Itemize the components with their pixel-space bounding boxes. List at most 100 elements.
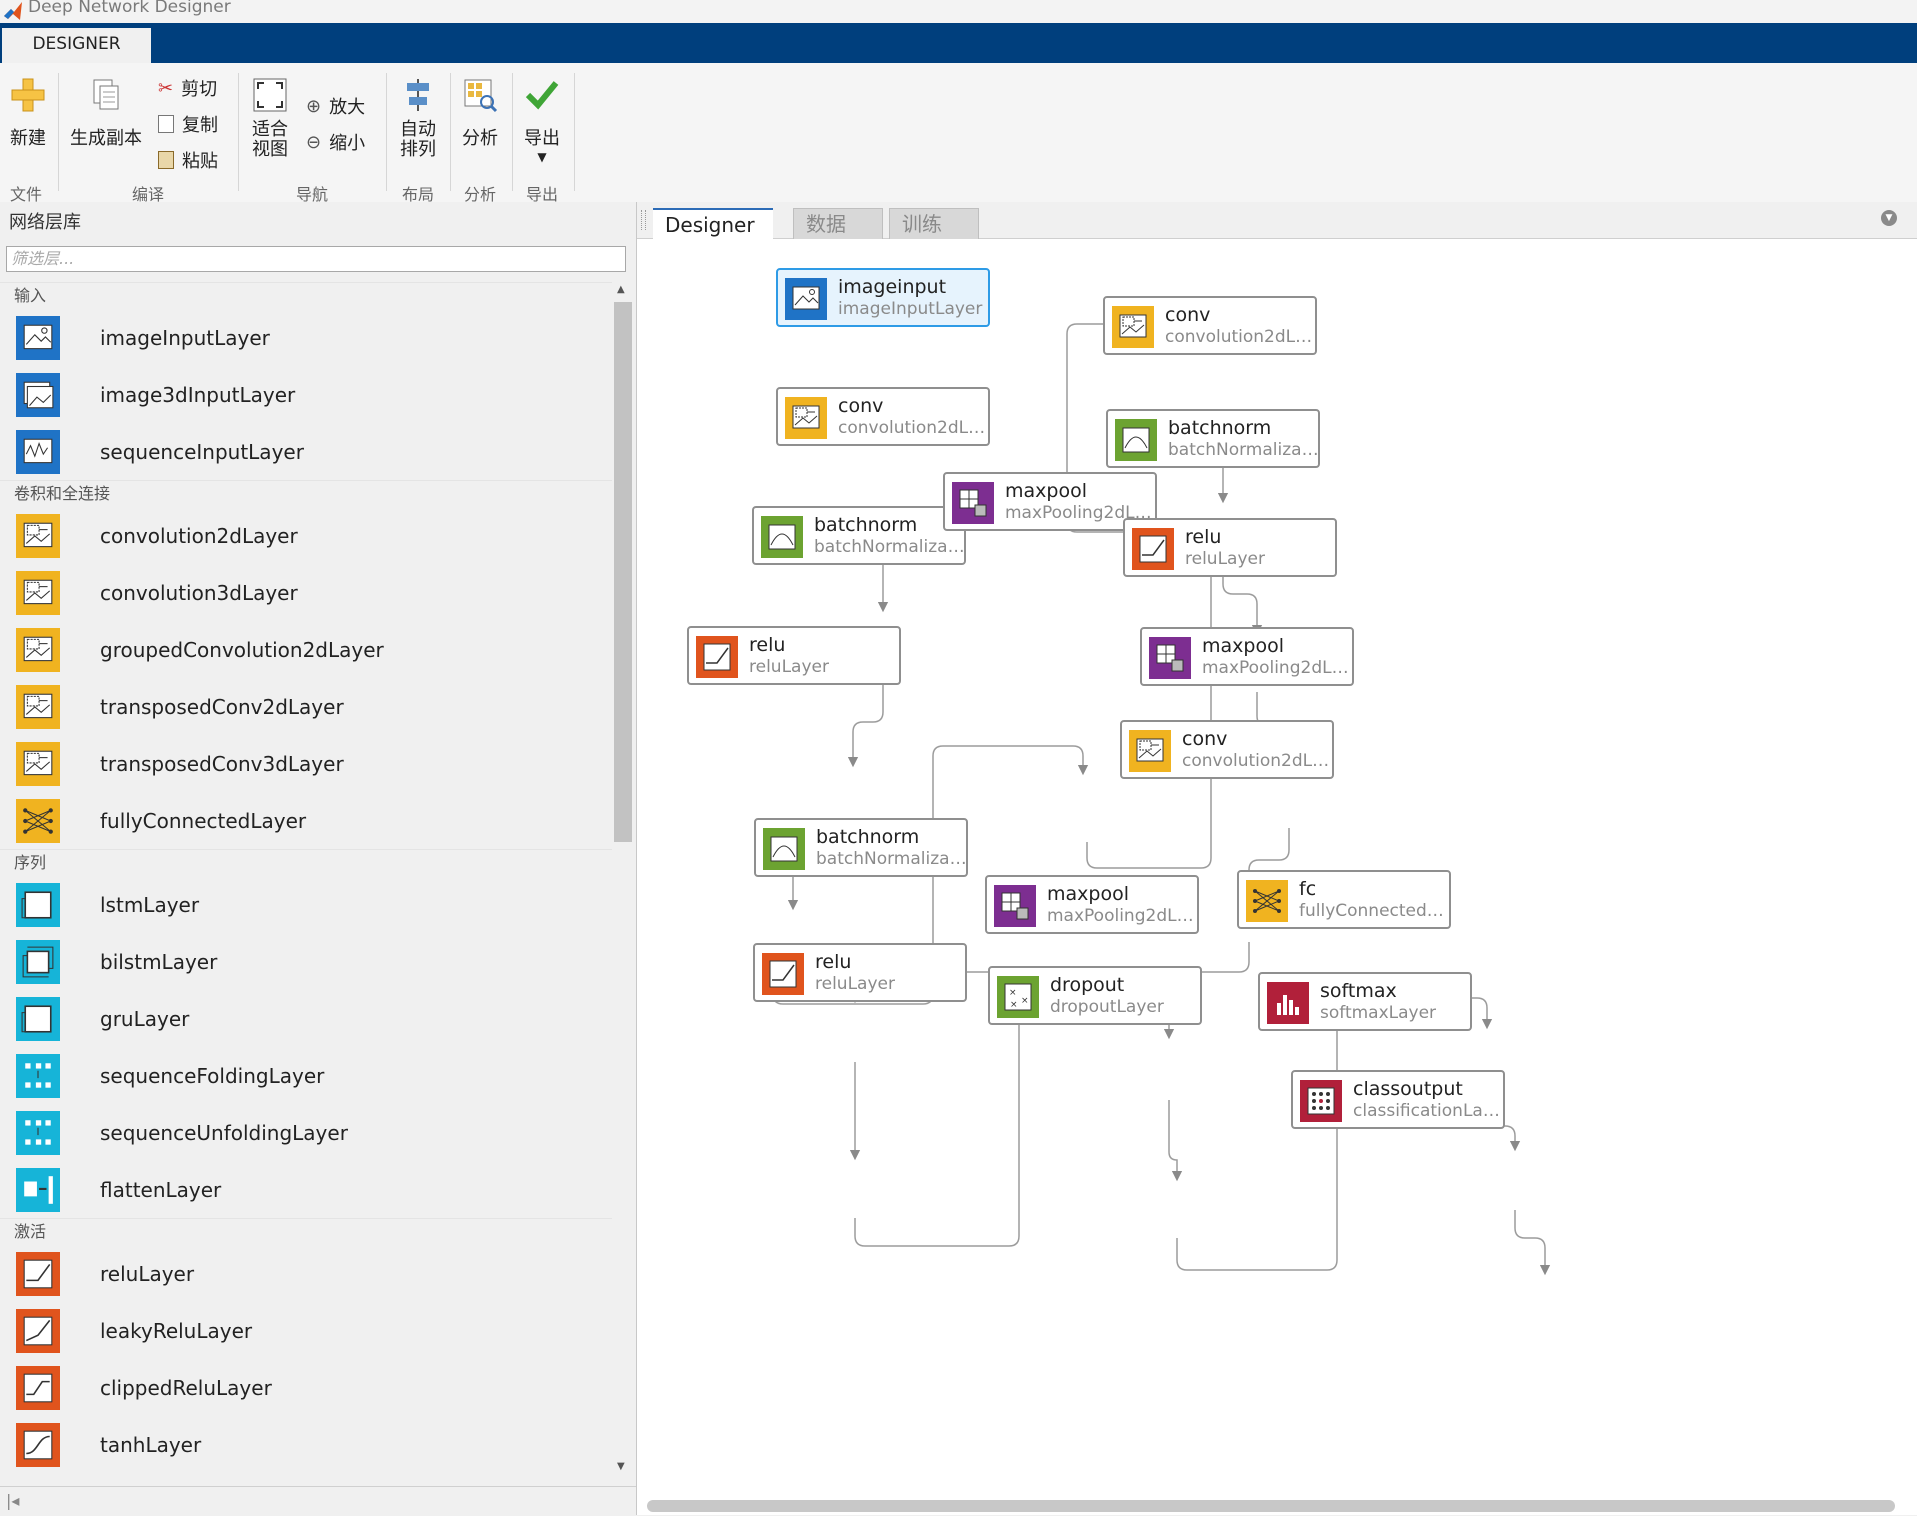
- scroll-up-icon[interactable]: ▲: [617, 284, 625, 295]
- library-item-imageInputLayer[interactable]: imageInputLayer: [0, 309, 612, 366]
- graph-node-relu[interactable]: relu reluLayer: [1123, 518, 1337, 577]
- library-scroll-thumb[interactable]: [614, 302, 632, 842]
- pool-layer-icon: [1149, 637, 1191, 679]
- library-item-convolution3dLayer[interactable]: convolution3dLayer: [0, 564, 612, 621]
- node-name: conv: [1182, 728, 1228, 750]
- library-item-reluLayer[interactable]: reluLayer: [0, 1245, 612, 1302]
- zoom-in-button[interactable]: ⊕ 放大: [306, 93, 365, 119]
- library-scrollbar[interactable]: ▲ ▼: [612, 282, 634, 1474]
- node-type: batchNormaliza…: [816, 849, 967, 869]
- library-item-transposedConv3dLayer[interactable]: transposedConv3dLayer: [0, 735, 612, 792]
- dropout-layer-icon: × × ×: [997, 976, 1039, 1018]
- sequenceFoldingLayer-icon: [16, 1053, 60, 1098]
- svg-text:×: ×: [1010, 1000, 1018, 1010]
- library-item-label: clippedReluLayer: [100, 1375, 272, 1400]
- new-button[interactable]: 新建: [4, 77, 52, 150]
- node-name: relu: [815, 951, 852, 973]
- cut-button[interactable]: ✂ 剪切: [158, 75, 217, 101]
- layer-library-panel: 网络层库 筛选层... 输入 imageInputLayer image3dInpu…: [0, 202, 637, 1516]
- canvas-horizontal-scrollbar[interactable]: [647, 1500, 1895, 1512]
- network-graph[interactable]: imageinput imageInputLayer conv convolution…: [637, 202, 1917, 1515]
- node-type: fullyConnected…: [1299, 901, 1444, 921]
- library-item-label: sequenceUnfoldingLayer: [100, 1120, 348, 1145]
- analyze-button[interactable]: 分析: [456, 77, 504, 150]
- export-button[interactable]: 导出 ▼: [518, 77, 566, 164]
- paste-button[interactable]: 粘贴: [158, 147, 218, 173]
- graph-node-softmax[interactable]: softmax softmaxLayer: [1258, 972, 1472, 1031]
- bilstmLayer-icon: [16, 939, 60, 984]
- library-item-leakyReluLayer[interactable]: leakyReluLayer: [0, 1302, 612, 1359]
- library-item-sequenceUnfoldingLayer[interactable]: sequenceUnfoldingLayer: [0, 1104, 612, 1161]
- conv-layer-icon: [785, 397, 827, 439]
- node-type: convolution2dL…: [838, 418, 986, 438]
- relu-layer-icon: [762, 953, 804, 995]
- node-name: imageinput: [838, 276, 947, 298]
- copy-button[interactable]: 复制: [158, 111, 218, 137]
- transposedConv3dLayer-icon: [16, 741, 60, 786]
- sequenceUnfoldingLayer-icon: [16, 1110, 60, 1155]
- auto-arrange-button[interactable]: 自动 排列: [394, 77, 442, 160]
- graph-node-conv[interactable]: conv convolution2dL…: [776, 387, 990, 446]
- library-item-label: sequenceInputLayer: [100, 439, 304, 464]
- graph-node-classoutput[interactable]: classoutput classificationLa…: [1291, 1070, 1505, 1129]
- library-item-lstmLayer[interactable]: lstmLayer: [0, 876, 612, 933]
- flattenLayer-icon: [16, 1167, 60, 1212]
- graph-node-batchnorm[interactable]: batchnorm batchNormaliza…: [754, 818, 968, 877]
- library-item-bilstmLayer[interactable]: bilstmLayer: [0, 933, 612, 990]
- graph-node-relu[interactable]: relu reluLayer: [687, 626, 901, 685]
- duplicate-button[interactable]: 生成副本: [66, 77, 146, 150]
- sequenceInputLayer-icon: [16, 429, 60, 474]
- node-name: batchnorm: [816, 826, 920, 848]
- node-type: reluLayer: [815, 974, 895, 994]
- designer-canvas-area: Designer 数据 训练 ▼ imageinput imageInputLa…: [637, 202, 1917, 1515]
- graph-node-imageinput[interactable]: imageinput imageInputLayer: [776, 268, 990, 327]
- zoom-in-icon: ⊕: [306, 95, 322, 117]
- library-item-label: imageInputLayer: [100, 325, 270, 350]
- layer-library-list: 输入 imageInputLayer image3dInputLayer sequen…: [0, 282, 612, 1474]
- library-item-tanhLayer[interactable]: tanhLayer: [0, 1416, 612, 1473]
- graph-node-fc[interactable]: fc fullyConnected…: [1237, 870, 1451, 929]
- graph-node-conv[interactable]: conv convolution2dL…: [1103, 296, 1317, 355]
- graph-node-maxpool[interactable]: maxpool maxPooling2dL…: [1140, 627, 1354, 686]
- fit-view-icon: [253, 78, 287, 112]
- conv-layer-icon: [1129, 730, 1171, 772]
- library-item-transposedConv2dLayer[interactable]: transposedConv2dLayer: [0, 678, 612, 735]
- bn-layer-icon: [1115, 419, 1157, 461]
- svg-text:×: ×: [1009, 988, 1017, 998]
- graph-node-maxpool[interactable]: maxpool maxPooling2dL…: [985, 875, 1199, 934]
- filter-layers-input[interactable]: 筛选层...: [6, 246, 626, 272]
- scroll-down-icon[interactable]: ▼: [617, 1461, 625, 1472]
- graph-node-dropout[interactable]: × × × dropout dropoutLayer: [988, 966, 1202, 1025]
- output-layer-icon: [1300, 1080, 1342, 1122]
- collapse-panel-icon[interactable]: |◂: [6, 1491, 19, 1510]
- transposedConv2dLayer-icon: [16, 684, 60, 729]
- node-name: conv: [1165, 304, 1211, 326]
- library-item-gruLayer[interactable]: gruLayer: [0, 990, 612, 1047]
- library-item-clippedReluLayer[interactable]: clippedReluLayer: [0, 1359, 612, 1416]
- node-name: maxpool: [1202, 635, 1284, 657]
- dropdown-arrow-icon: ▼: [537, 150, 547, 164]
- plus-icon: [11, 78, 45, 112]
- copy-icon: [158, 115, 174, 133]
- graph-node-relu[interactable]: relu reluLayer: [753, 943, 967, 1002]
- graph-node-batchnorm[interactable]: batchnorm batchNormaliza…: [1106, 409, 1320, 468]
- library-item-convolution2dLayer[interactable]: convolution2dLayer: [0, 507, 612, 564]
- pool-layer-icon: [952, 482, 994, 524]
- library-item-fullyConnectedLayer[interactable]: fullyConnectedLayer: [0, 792, 612, 849]
- relu-layer-icon: [696, 636, 738, 678]
- leakyReluLayer-icon: [16, 1308, 60, 1353]
- scissors-icon: ✂: [158, 77, 174, 99]
- library-item-sequenceInputLayer[interactable]: sequenceInputLayer: [0, 423, 612, 480]
- library-item-sequenceFoldingLayer[interactable]: sequenceFoldingLayer: [0, 1047, 612, 1104]
- library-item-label: flattenLayer: [100, 1177, 222, 1202]
- library-item-groupedConvolution2dLayer[interactable]: groupedConvolution2dLayer: [0, 621, 612, 678]
- fit-view-button[interactable]: 适合 视图: [246, 77, 294, 160]
- library-item-image3dInputLayer[interactable]: image3dInputLayer: [0, 366, 612, 423]
- zoom-out-button[interactable]: ⊖ 缩小: [306, 129, 365, 155]
- tab-designer[interactable]: DESIGNER: [2, 28, 151, 63]
- graph-node-batchnorm[interactable]: batchnorm batchNormaliza…: [752, 506, 966, 565]
- graph-node-conv[interactable]: conv convolution2dL…: [1120, 720, 1334, 779]
- node-name: batchnorm: [814, 514, 918, 536]
- library-item-flattenLayer[interactable]: flattenLayer: [0, 1161, 612, 1218]
- library-item-label: fullyConnectedLayer: [100, 808, 307, 833]
